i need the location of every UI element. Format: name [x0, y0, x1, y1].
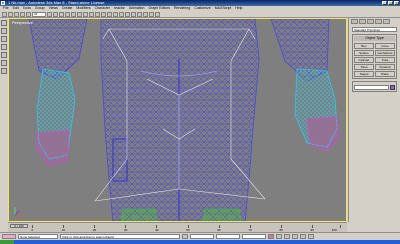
- snap-icon[interactable]: [95, 12, 100, 17]
- object-type-rollout: Object Type Box Cone Sphere GeoSphere Cy…: [352, 34, 397, 79]
- prompt-line: Click or click-and-drag to select object…: [60, 234, 180, 239]
- lock-selection-icon[interactable]: [182, 234, 188, 239]
- x-coordinate-field[interactable]: [190, 234, 214, 239]
- main-toolbar: All: [0, 11, 400, 18]
- select-by-name-icon[interactable]: [53, 12, 58, 17]
- render-scene-icon[interactable]: [149, 12, 154, 17]
- rollout-title[interactable]: Object Type: [354, 36, 395, 41]
- modify-tool-icon[interactable]: [1, 28, 7, 34]
- left-toolstrip: [0, 18, 8, 222]
- angle-snap-icon[interactable]: [101, 12, 106, 17]
- material-editor-icon[interactable]: [143, 12, 148, 17]
- unlink-icon[interactable]: [20, 12, 25, 17]
- torus-button[interactable]: Torus: [354, 64, 374, 70]
- geosphere-button[interactable]: GeoSphere: [375, 50, 395, 56]
- zoom-icon[interactable]: [292, 234, 298, 239]
- selection-filter-value: All: [34, 12, 38, 16]
- category-dropdown[interactable]: Standard Primitives: [352, 27, 397, 32]
- window-controls: _ □ ×: [382, 1, 399, 5]
- object-name-field[interactable]: [354, 85, 389, 90]
- play-icon[interactable]: [284, 234, 290, 239]
- cone-button[interactable]: Cone: [375, 43, 395, 49]
- schematic-view-icon[interactable]: [137, 12, 142, 17]
- command-panel: Standard Primitives Object Type Box Cone…: [348, 18, 400, 222]
- align-icon[interactable]: [119, 12, 124, 17]
- tab-create[interactable]: [351, 19, 358, 24]
- y-coordinate-field[interactable]: [216, 234, 240, 239]
- pan-icon[interactable]: [300, 234, 306, 239]
- set-key-button[interactable]: [276, 234, 282, 239]
- wireframe-model: [14, 19, 340, 221]
- object-color-swatch[interactable]: [390, 85, 395, 90]
- app-icon: [1, 1, 5, 5]
- layer-manager-icon[interactable]: [125, 12, 130, 17]
- curve-editor-icon[interactable]: [131, 12, 136, 17]
- minimize-button[interactable]: _: [382, 1, 387, 5]
- time-slider[interactable]: 0 / 100: [10, 224, 28, 228]
- selection-status: None Selected: [18, 234, 58, 239]
- link-icon[interactable]: [14, 12, 19, 17]
- status-bar: None Selected Click or click-and-drag to…: [0, 232, 400, 240]
- start-button[interactable]: [0, 240, 14, 244]
- quick-render-icon[interactable]: [155, 12, 160, 17]
- maxscript-listener-box[interactable]: [2, 234, 16, 239]
- box-button[interactable]: Box: [354, 43, 374, 49]
- plane-button[interactable]: Plane: [375, 71, 395, 77]
- camera-tool-icon[interactable]: [1, 68, 7, 74]
- command-panel-tabs: [349, 18, 400, 25]
- perspective-viewport[interactable]: Perspective: [8, 18, 347, 222]
- motion-tool-icon[interactable]: [1, 44, 7, 50]
- viewport-label[interactable]: Perspective: [12, 20, 33, 25]
- redo-icon[interactable]: [8, 12, 13, 17]
- percent-snap-icon[interactable]: [107, 12, 112, 17]
- tab-display[interactable]: [383, 19, 390, 24]
- maximize-button[interactable]: □: [388, 1, 393, 5]
- left-arm-mesh: [28, 19, 88, 80]
- select-object-icon[interactable]: [47, 12, 52, 17]
- rotate-icon[interactable]: [71, 12, 76, 17]
- move-icon[interactable]: [65, 12, 70, 17]
- mirror-icon[interactable]: [113, 12, 118, 17]
- tab-motion[interactable]: [375, 19, 382, 24]
- timeline-ticks: 0 10 20 30 40 50 60 70 80 90 100: [31, 225, 343, 232]
- scale-icon[interactable]: [77, 12, 82, 17]
- object-type-buttons: Box Cone Sphere GeoSphere Cylinder Tube …: [354, 43, 395, 77]
- left-foot-mesh: [120, 208, 158, 221]
- name-color-rollout: [352, 81, 397, 92]
- cylinder-button[interactable]: Cylinder: [354, 57, 374, 63]
- right-foot-mesh: [202, 208, 242, 221]
- tab-hierarchy[interactable]: [367, 19, 374, 24]
- tube-button[interactable]: Tube: [375, 57, 395, 63]
- left-fingers-mesh: [36, 130, 70, 166]
- window-title: 1 Nk.max - Autodesk 3ds Max 8 - Stand-al…: [8, 0, 105, 5]
- region-select-icon[interactable]: [59, 12, 64, 17]
- pivot-icon[interactable]: [89, 12, 94, 17]
- name-color-row: [354, 85, 395, 90]
- create-tool-icon[interactable]: [1, 20, 7, 26]
- right-fingers-mesh: [306, 116, 340, 152]
- reference-coord-icon[interactable]: [83, 12, 88, 17]
- os-taskbar: [0, 240, 400, 244]
- undo-icon[interactable]: [2, 12, 7, 17]
- torso-mesh: [100, 19, 260, 221]
- timeline[interactable]: 0 / 100 0 10 20 30 40 50 60 70 80 90 100: [8, 222, 347, 232]
- axis-tripod-icon: [14, 207, 23, 216]
- close-button[interactable]: ×: [394, 1, 399, 5]
- z-coordinate-field[interactable]: [242, 234, 266, 239]
- orbit-icon[interactable]: [308, 234, 314, 239]
- hierarchy-tool-icon[interactable]: [1, 36, 7, 42]
- pyramid-button[interactable]: Pyramid: [375, 64, 395, 70]
- tab-modify[interactable]: [359, 19, 366, 24]
- display-tool-icon[interactable]: [1, 52, 7, 58]
- teapot-button[interactable]: Teapot: [354, 71, 374, 77]
- bind-space-warp-icon[interactable]: [26, 12, 31, 17]
- selection-filter-dropdown[interactable]: All: [32, 12, 46, 17]
- utilities-tool-icon[interactable]: [1, 60, 7, 66]
- auto-key-button[interactable]: [268, 234, 274, 239]
- sphere-button[interactable]: Sphere: [354, 50, 374, 56]
